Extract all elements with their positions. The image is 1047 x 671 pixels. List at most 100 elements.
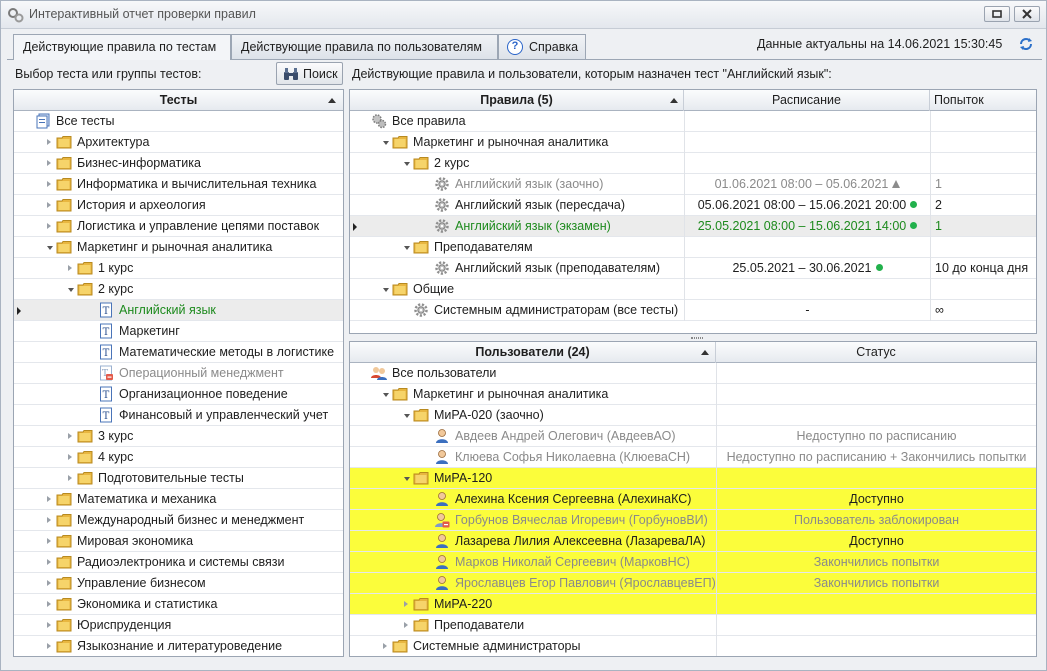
expand-arrow-icon[interactable] xyxy=(47,643,51,649)
user-tree-row[interactable]: Ярославцев Егор Павлович (ЯрославцевЕП) З… xyxy=(350,573,1036,594)
test-tree-row[interactable]: Информатика и вычислительная техника xyxy=(14,174,343,195)
test-tree-row[interactable]: 1 курс xyxy=(14,258,343,279)
collapse-arrow-icon[interactable] xyxy=(404,477,410,481)
expand-arrow-icon[interactable] xyxy=(404,622,408,628)
collapse-arrow-icon[interactable] xyxy=(383,288,389,292)
rule-tree-row[interactable]: Преподавателям xyxy=(350,237,1036,258)
user-tree-row[interactable]: Марков Николай Сергеевич (МарковНС) Закон… xyxy=(350,552,1036,573)
test-tree-row[interactable]: Маркетинг и рыночная аналитика xyxy=(14,237,343,258)
expand-arrow-icon[interactable] xyxy=(47,559,51,565)
schedule-column-header[interactable]: Расписание xyxy=(684,90,930,111)
user-tree-row[interactable]: Алехина Ксения Сергеевна (АлехинаКС) Дост… xyxy=(350,489,1036,510)
collapse-arrow-icon[interactable] xyxy=(383,393,389,397)
expand-arrow-icon[interactable] xyxy=(68,475,72,481)
test-tree-row[interactable]: Управление бизнесом xyxy=(14,573,343,594)
expand-arrow-icon[interactable] xyxy=(404,601,408,607)
tab-rules-by-users[interactable]: Действующие правила по пользователям xyxy=(231,34,498,59)
rule-tree-row[interactable]: 2 курс xyxy=(350,153,1036,174)
test-tree-row[interactable]: Мировая экономика xyxy=(14,531,343,552)
test-tree-row[interactable]: T Математические методы в логистике xyxy=(14,342,343,363)
user-tree-row[interactable]: Преподаватели xyxy=(350,615,1036,636)
tests-tree[interactable]: Тесты Все тесты Архитектура Бизнес-информа… xyxy=(13,89,344,657)
users-column-header[interactable]: Пользователи (24) xyxy=(350,342,716,363)
expand-arrow-icon[interactable] xyxy=(47,580,51,586)
user-tree-row[interactable]: Все пользователи xyxy=(350,363,1036,384)
test-tree-row[interactable]: История и археология xyxy=(14,195,343,216)
collapse-arrow-icon[interactable] xyxy=(47,246,53,250)
collapse-arrow-icon[interactable] xyxy=(383,141,389,145)
rule-tree-row[interactable]: Английский язык (пересдача) 05.06.2021 08… xyxy=(350,195,1036,216)
expand-arrow-icon[interactable] xyxy=(47,202,51,208)
attempts-column-header[interactable]: Попыток xyxy=(930,90,1036,111)
test-tree-row[interactable]: T Организационное поведение xyxy=(14,384,343,405)
test-tree-row[interactable]: 4 курс xyxy=(14,447,343,468)
test-tree-row[interactable]: Международный бизнес и менеджмент xyxy=(14,510,343,531)
test-tree-row[interactable]: Математика и механика xyxy=(14,489,343,510)
rule-tree-row[interactable]: Общие xyxy=(350,279,1036,300)
refresh-icon[interactable] xyxy=(1018,36,1034,52)
rules-column-header[interactable]: Правила (5) xyxy=(350,90,684,111)
maximize-button[interactable] xyxy=(984,6,1010,22)
tab-help[interactable]: ? Справка xyxy=(498,34,586,59)
expand-arrow-icon[interactable] xyxy=(47,517,51,523)
user-tree-row[interactable]: МиРА-220 xyxy=(350,594,1036,615)
expand-arrow-icon[interactable] xyxy=(47,181,51,187)
test-tree-row[interactable]: T Операционный менеджмент xyxy=(14,363,343,384)
test-tree-row[interactable]: Архитектура xyxy=(14,132,343,153)
rule-tree-row[interactable]: Все правила xyxy=(350,111,1036,132)
test-tree-row[interactable]: Бизнес-информатика xyxy=(14,153,343,174)
test-tree-row[interactable]: T Финансовый и управленческий учет xyxy=(14,405,343,426)
test-tree-row[interactable]: T Английский язык xyxy=(14,300,343,321)
rule-tree-row[interactable]: Системным администраторам (все тесты) - ∞ xyxy=(350,300,1036,321)
expand-arrow-icon[interactable] xyxy=(47,496,51,502)
expand-arrow-icon[interactable] xyxy=(47,223,51,229)
expand-arrow-icon[interactable] xyxy=(47,538,51,544)
pane-splitter[interactable] xyxy=(691,337,703,339)
user-tree-row[interactable]: Системные администраторы xyxy=(350,636,1036,656)
test-tree-row[interactable]: 3 курс xyxy=(14,426,343,447)
test-tree-row[interactable]: Все тесты xyxy=(14,111,343,132)
title-bar: Интерактивный отчет проверки правил xyxy=(1,1,1046,29)
close-button[interactable] xyxy=(1014,6,1040,22)
collapse-arrow-icon[interactable] xyxy=(404,162,410,166)
schedule-text: 25.05.2021 – 30.06.2021 xyxy=(732,261,872,275)
user-tree-row[interactable]: Горбунов Вячеслав Игоревич (ГорбуновВИ) П… xyxy=(350,510,1036,531)
folder-icon xyxy=(56,176,72,192)
rule-tree-row[interactable]: Английский язык (экзамен) 25.05.2021 08:0… xyxy=(350,216,1036,237)
expand-arrow-icon[interactable] xyxy=(383,643,387,649)
expand-arrow-icon[interactable] xyxy=(68,433,72,439)
tab-rules-by-tests[interactable]: Действующие правила по тестам xyxy=(13,34,231,60)
user-tree-row[interactable]: Авдеев Андрей Олегович (АвдеевАО) Недосту… xyxy=(350,426,1036,447)
user-tree-row[interactable]: МиРА-120 xyxy=(350,468,1036,489)
test-tree-row[interactable]: Языкознание и литературоведение xyxy=(14,636,343,656)
search-button[interactable]: Поиск xyxy=(276,62,343,85)
users-tree[interactable]: Пользователи (24) Статус Все пользовател… xyxy=(349,341,1037,657)
test-tree-row[interactable]: Юриспруденция xyxy=(14,615,343,636)
user-tree-row[interactable]: МиРА-020 (заочно) xyxy=(350,405,1036,426)
rule-tree-row[interactable]: Английский язык (преподавателям) 25.05.20… xyxy=(350,258,1036,279)
expand-arrow-icon[interactable] xyxy=(47,139,51,145)
test-tree-row[interactable]: Логистика и управление цепями поставок xyxy=(14,216,343,237)
expand-arrow-icon[interactable] xyxy=(68,454,72,460)
test-tree-row[interactable]: Экономика и статистика xyxy=(14,594,343,615)
test-tree-row[interactable]: Подготовительные тесты xyxy=(14,468,343,489)
test-tree-row[interactable]: 2 курс xyxy=(14,279,343,300)
expand-arrow-icon[interactable] xyxy=(47,160,51,166)
collapse-arrow-icon[interactable] xyxy=(404,414,410,418)
rules-tree[interactable]: Правила (5) Расписание Попыток Все прави… xyxy=(349,89,1037,334)
expand-arrow-icon[interactable] xyxy=(47,601,51,607)
user-tree-row[interactable]: Маркетинг и рыночная аналитика xyxy=(350,384,1036,405)
rule-tree-row[interactable]: Маркетинг и рыночная аналитика xyxy=(350,132,1036,153)
collapse-arrow-icon[interactable] xyxy=(68,288,74,292)
status-column-header[interactable]: Статус xyxy=(716,342,1036,363)
user-tree-row[interactable]: Лазарева Лилия Алексеевна (ЛазареваЛА) До… xyxy=(350,531,1036,552)
sort-ascending-icon xyxy=(328,98,336,103)
test-tree-row[interactable]: Радиоэлектроника и системы связи xyxy=(14,552,343,573)
user-tree-row[interactable]: Клюева Софья Николаевна (КлюеваСН) Недост… xyxy=(350,447,1036,468)
rule-tree-row[interactable]: Английский язык (заочно) 01.06.2021 08:00… xyxy=(350,174,1036,195)
collapse-arrow-icon[interactable] xyxy=(404,246,410,250)
test-tree-row[interactable]: T Маркетинг xyxy=(14,321,343,342)
expand-arrow-icon[interactable] xyxy=(68,265,72,271)
expand-arrow-icon[interactable] xyxy=(47,622,51,628)
tests-column-header[interactable]: Тесты xyxy=(14,90,343,111)
